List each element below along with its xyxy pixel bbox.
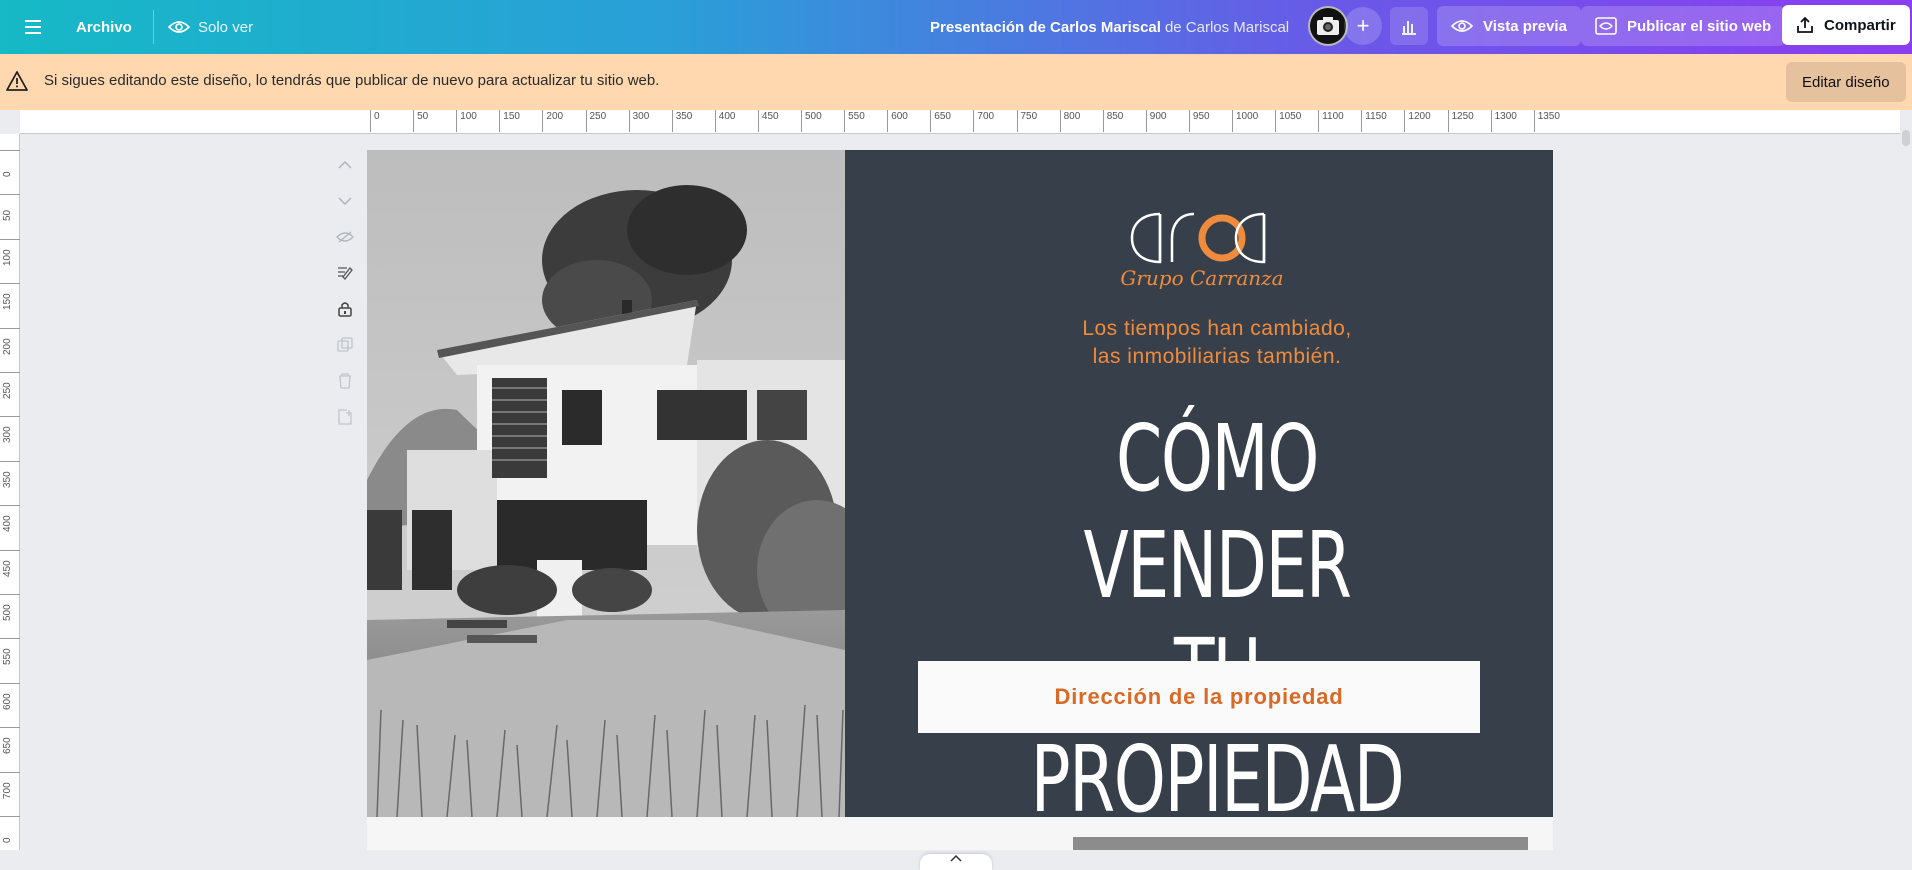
view-mode-label: Solo ver [198, 18, 254, 36]
pages-panel-handle[interactable] [920, 854, 992, 870]
duplicate-page-icon[interactable] [330, 330, 360, 360]
eye-icon [168, 21, 190, 33]
ruler-tick-label: 1350 [1533, 110, 1560, 132]
headline: CÓMO VENDER TU PROPIEDAD [1030, 405, 1405, 817]
ruler-tick-label: 1050 [1275, 110, 1301, 132]
share-icon [1797, 16, 1813, 33]
ruler-tick-label: 550 [844, 110, 865, 132]
publish-label: Publicar el sitio web [1627, 17, 1772, 35]
ruler-tick-label: 100 [0, 238, 20, 279]
vertical-scrollbar[interactable] [1900, 110, 1912, 850]
house-photo [367, 150, 845, 817]
ruler-tick-label: 400 [714, 110, 735, 132]
add-page-icon[interactable] [330, 402, 360, 432]
ruler-tick-label: 1000 [1232, 110, 1258, 132]
tagline: Los tiempos han cambiado, las inmobiliar… [957, 315, 1477, 371]
ruler-tick-label: 250 [585, 110, 606, 132]
ruler-tick-label: 0 [0, 150, 20, 190]
ruler-tick-label: 500 [801, 110, 822, 132]
view-mode-button[interactable]: Solo ver [168, 0, 253, 54]
ruler-tick-label: 400 [0, 505, 20, 545]
ruler-tick-label: 850 [1102, 110, 1123, 132]
ruler-tick-label: 700 [973, 110, 994, 132]
edit-notes-icon[interactable] [330, 258, 360, 288]
lock-icon[interactable] [330, 294, 360, 324]
ruler-tick-label: 0 [370, 110, 380, 132]
ruler-tick-label: 1200 [1404, 110, 1431, 132]
ruler-tick-label: 150 [499, 110, 520, 132]
logo-script: Grupo Carranza [1120, 266, 1284, 290]
camera-icon [1317, 17, 1339, 35]
top-bar: Archivo Solo ver Presentación de Carlos … [0, 0, 1912, 54]
ruler-tick-label: 150 [0, 283, 20, 323]
bar-chart-icon [1402, 21, 1416, 35]
horizontal-ruler: 0 50 100 150 200 250 300 350 400 450 500 550 600 650 7… [20, 110, 1900, 134]
ruler-tick-label: 600 [887, 110, 908, 132]
ruler-tick-label: 750 [1016, 110, 1037, 132]
add-collaborator-button[interactable]: + [1344, 7, 1382, 45]
share-button[interactable]: Compartir [1782, 5, 1910, 45]
ruler-tick-label: 50 [0, 194, 20, 234]
preview-label: Vista previa [1483, 17, 1567, 35]
hide-page-icon[interactable] [330, 222, 360, 252]
tagline-line-1: Los tiempos han cambiado, [1082, 317, 1352, 340]
ruler-tick-label: 1250 [1447, 110, 1474, 132]
next-slide-page[interactable] [367, 817, 1553, 850]
insights-button[interactable] [1390, 7, 1428, 45]
tagline-line-2: las inmobiliarias también. [1092, 345, 1342, 368]
ruler-tick-label: 350 [0, 460, 20, 501]
ruler-tick-label: 650 [0, 727, 20, 767]
divider [153, 10, 154, 44]
ruler-tick-label: 550 [0, 638, 20, 678]
ruler-tick-label: 200 [0, 327, 20, 368]
slide-page[interactable]: Grupo Carranza arca Los tiempos han camb… [367, 150, 1553, 817]
warning-message: Si sigues editando este diseño, lo tendr… [44, 72, 660, 89]
ruler-tick-label: 350 [671, 110, 692, 132]
edit-design-button[interactable]: Editar diseño [1786, 62, 1906, 102]
ruler-tick-label: 1100 [1318, 110, 1344, 132]
warning-banner: Si sigues editando este diseño, lo tendr… [0, 54, 1912, 110]
avatar[interactable] [1308, 6, 1348, 46]
arca-logo: Grupo Carranza arca [1112, 200, 1292, 310]
ruler-tick-label: 650 [930, 110, 951, 132]
address-box: Dirección de la propiedad [918, 661, 1480, 733]
move-up-icon[interactable] [330, 150, 360, 180]
ruler-tick-label: 300 [628, 110, 649, 132]
headline-line-1: CÓMO VENDER [1083, 405, 1352, 619]
hamburger-icon[interactable] [18, 0, 48, 54]
preview-button[interactable]: Vista previa [1437, 6, 1581, 46]
eye-icon [1451, 20, 1473, 32]
trash-icon[interactable] [330, 366, 360, 396]
ruler-tick-label: 500 [0, 594, 20, 634]
ruler-tick-label: 50 [413, 110, 428, 132]
ruler-tick-label: 900 [1145, 110, 1166, 132]
ruler-tick-label: 1150 [1361, 110, 1387, 132]
ruler-tick-label: 450 [757, 110, 779, 132]
ruler-tick-label: 450 [0, 549, 20, 590]
scrollbar-thumb[interactable] [1902, 130, 1910, 146]
design-title-text: Presentación de Carlos Mariscal [930, 18, 1161, 36]
warning-icon [6, 71, 28, 91]
ruler-tick-label: 700 [0, 771, 20, 812]
design-owner: de Carlos Mariscal [1164, 18, 1290, 36]
chevron-up-icon [950, 854, 962, 862]
move-down-icon[interactable] [330, 186, 360, 216]
ruler-tick-label: 950 [1188, 110, 1210, 132]
website-icon [1595, 17, 1617, 35]
ruler-tick-label: 200 [542, 110, 563, 132]
vertical-ruler: 0 50 100 150 200 250 300 350 400 450 500 550 600 650 7… [0, 134, 20, 850]
archivo-menu-button[interactable]: Archivo [64, 8, 144, 46]
design-title[interactable]: Presentación de Carlos Mariscal de Carlo… [930, 0, 1289, 54]
publish-website-button[interactable]: Publicar el sitio web [1581, 6, 1786, 46]
ruler-tick-label: 600 [0, 682, 20, 723]
next-slide-image [1073, 837, 1528, 850]
ruler-tick-label: 800 [1059, 110, 1080, 132]
share-label: Compartir [1824, 16, 1896, 34]
ruler-tick-label: 1300 [1490, 110, 1517, 132]
ruler-tick-label: 300 [0, 416, 20, 456]
ruler-tick-label: 250 [0, 372, 20, 412]
ruler-tick-label: 0 [0, 816, 20, 856]
ruler-tick-label: 100 [456, 110, 477, 132]
